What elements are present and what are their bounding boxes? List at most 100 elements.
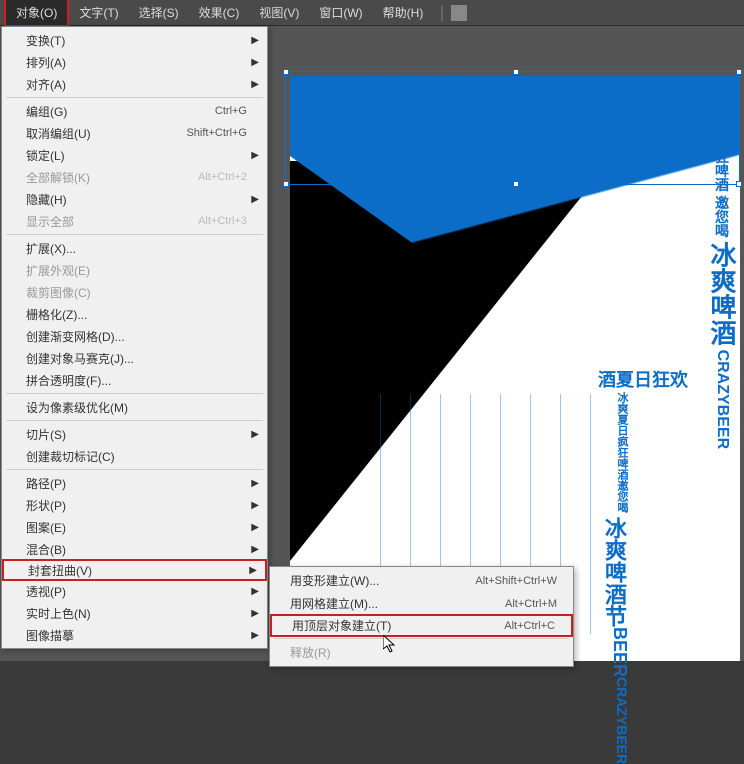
- menu-item-label: 变换(T): [26, 32, 65, 49]
- menu-item[interactable]: 创建渐变网格(D)...: [2, 325, 267, 347]
- menu-item[interactable]: 扩展(X)...: [2, 237, 267, 259]
- menubar-separator: [441, 5, 443, 21]
- submenu-item-label: 用网格建立(M)...: [290, 595, 378, 612]
- selection-box[interactable]: [285, 71, 740, 185]
- menu-item-label: 实时上色(N): [26, 605, 91, 622]
- menu-separator: [6, 393, 263, 394]
- menu-window[interactable]: 窗口(W): [309, 0, 372, 25]
- menu-item[interactable]: 实时上色(N) ▶: [2, 602, 267, 624]
- submenu-arrow-icon: ▶: [251, 79, 259, 90]
- submenu-arrow-icon: ▶: [249, 565, 257, 576]
- menu-item-label: 隐藏(H): [26, 191, 67, 208]
- menu-item-label: 扩展(X)...: [26, 240, 76, 257]
- b-beer: BEER: [598, 627, 630, 677]
- menu-item[interactable]: 图像描摹▶: [2, 624, 267, 646]
- menu-effect[interactable]: 效果(C): [189, 0, 250, 25]
- submenu-item-shortcut: Alt+Ctrl+M: [505, 598, 557, 610]
- submenu-item-label: 释放(R): [290, 644, 331, 661]
- submenu-arrow-icon: ▶: [251, 608, 259, 619]
- menu-item[interactable]: 图案(E) ▶: [2, 516, 267, 538]
- menu-separator: [6, 97, 263, 98]
- menu-item[interactable]: 编组(G) Ctrl+G: [2, 100, 267, 122]
- menu-item-shortcut: Alt+Ctrl+2: [198, 171, 247, 183]
- menu-help[interactable]: 帮助(H): [373, 0, 434, 25]
- menu-text[interactable]: 文字(T): [69, 0, 128, 25]
- menu-item[interactable]: 形状(P) ▶: [2, 494, 267, 516]
- b2: 疯狂啤酒: [598, 436, 630, 480]
- poster-text-bottom: 酒夏日狂欢 冰爽夏日 疯狂啤酒 邀您喝 冰爽啤酒节 BEER CRAZYBEER: [598, 366, 738, 764]
- menu-item[interactable]: 创建裁切标记(C): [2, 445, 267, 467]
- menu-item[interactable]: 隐藏(H) ▶: [2, 188, 267, 210]
- menu-select[interactable]: 选择(S): [129, 0, 189, 25]
- menu-item: 全部解锁(K) Alt+Ctrl+2: [2, 166, 267, 188]
- menu-item[interactable]: 取消编组(U) Shift+Ctrl+G: [2, 122, 267, 144]
- menu-item-label: 编组(G): [26, 103, 67, 120]
- menu-separator: [274, 638, 569, 639]
- submenu-item[interactable]: 用变形建立(W)... Alt+Shift+Ctrl+W: [270, 569, 573, 592]
- submenu-arrow-icon: ▶: [251, 478, 259, 489]
- submenu-arrow-icon: ▶: [251, 429, 259, 440]
- menu-item-label: 对齐(A): [26, 76, 66, 93]
- submenu-arrow-icon: ▶: [251, 194, 259, 205]
- submenu-arrow-icon: ▶: [251, 35, 259, 46]
- menu-item[interactable]: 变换(T) ▶: [2, 29, 267, 51]
- menu-item-label: 扩展外观(E): [26, 262, 90, 279]
- submenu-item-label: 用顶层对象建立(T): [292, 617, 391, 634]
- side3: 邀您喝: [714, 196, 730, 238]
- submenu-arrow-icon: ▶: [251, 544, 259, 555]
- menu-item[interactable]: 路径(P)▶: [2, 472, 267, 494]
- submenu-item-shortcut: Alt+Shift+Ctrl+W: [475, 575, 557, 587]
- menu-object[interactable]: 对象(O): [4, 0, 69, 27]
- menu-item: 扩展外观(E): [2, 259, 267, 281]
- menu-separator: [6, 234, 263, 235]
- submenu-item-label: 用变形建立(W)...: [290, 572, 379, 589]
- menu-item[interactable]: 透视(P) ▶: [2, 580, 267, 602]
- b1: 冰爽夏日: [598, 392, 630, 436]
- menu-item[interactable]: 栅格化(Z)...: [2, 303, 267, 325]
- submenu-item[interactable]: 用网格建立(M)... Alt+Ctrl+M: [270, 592, 573, 615]
- menu-item-label: 形状(P): [26, 497, 66, 514]
- submenu-arrow-icon: ▶: [251, 522, 259, 533]
- menu-item-label: 拼合透明度(F)...: [26, 372, 111, 389]
- submenu-item-shortcut: Alt+Ctrl+C: [504, 620, 555, 632]
- b-crazy: CRAZYBEER: [598, 677, 630, 764]
- menu-item-label: 混合(B): [26, 541, 66, 558]
- menu-item: 裁剪图像(C): [2, 281, 267, 303]
- menubar: 对象(O) 文字(T) 选择(S) 效果(C) 视图(V) 窗口(W) 帮助(H…: [0, 0, 744, 26]
- toolbar-icon[interactable]: [451, 5, 467, 21]
- menu-item-label: 切片(S): [26, 426, 66, 443]
- menu-item-label: 栅格化(Z)...: [26, 306, 87, 323]
- menu-item[interactable]: 封套扭曲(V) ▶: [2, 559, 267, 581]
- submenu-arrow-icon: ▶: [251, 150, 259, 161]
- menu-item[interactable]: 拼合透明度(F)...: [2, 369, 267, 391]
- menu-item-label: 裁剪图像(C): [26, 284, 91, 301]
- menu-item[interactable]: 排列(A)▶: [2, 51, 267, 73]
- side-big: 冰爽啤酒: [707, 242, 737, 346]
- menu-item-shortcut: Ctrl+G: [215, 105, 247, 117]
- submenu-arrow-icon: ▶: [251, 57, 259, 68]
- menu-item-label: 图案(E): [26, 519, 66, 536]
- menu-item-label: 全部解锁(K): [26, 169, 90, 186]
- menu-item[interactable]: 切片(S) ▶: [2, 423, 267, 445]
- menu-item-label: 透视(P): [26, 583, 66, 600]
- menu-item[interactable]: 创建对象马赛克(J)...: [2, 347, 267, 369]
- menu-item-label: 设为像素级优化(M): [26, 399, 128, 416]
- submenu-arrow-icon: ▶: [251, 586, 259, 597]
- menu-item-label: 创建裁切标记(C): [26, 448, 115, 465]
- menu-item-label: 显示全部: [26, 213, 74, 230]
- object-dropdown-menu: 变换(T)▶排列(A)▶对齐(A)▶编组(G)Ctrl+G取消编组(U)Shif…: [1, 26, 268, 649]
- cursor-icon: [383, 635, 399, 655]
- menu-item-shortcut: Alt+Ctrl+3: [198, 215, 247, 227]
- menu-item[interactable]: 锁定(L)▶: [2, 144, 267, 166]
- menu-item[interactable]: 设为像素级优化(M): [2, 396, 267, 418]
- menu-view[interactable]: 视图(V): [249, 0, 309, 25]
- submenu-item[interactable]: 用顶层对象建立(T) Alt+Ctrl+C: [270, 614, 573, 637]
- submenu-arrow-icon: ▶: [251, 500, 259, 511]
- menu-item[interactable]: 对齐(A) ▶: [2, 73, 267, 95]
- menu-item-label: 创建渐变网格(D)...: [26, 328, 125, 345]
- menu-item-label: 取消编组(U): [26, 125, 91, 142]
- menu-item-label: 封套扭曲(V): [28, 562, 92, 579]
- menu-item-shortcut: Shift+Ctrl+G: [186, 127, 247, 139]
- menu-item[interactable]: 混合(B) ▶: [2, 538, 267, 560]
- menu-separator: [6, 420, 263, 421]
